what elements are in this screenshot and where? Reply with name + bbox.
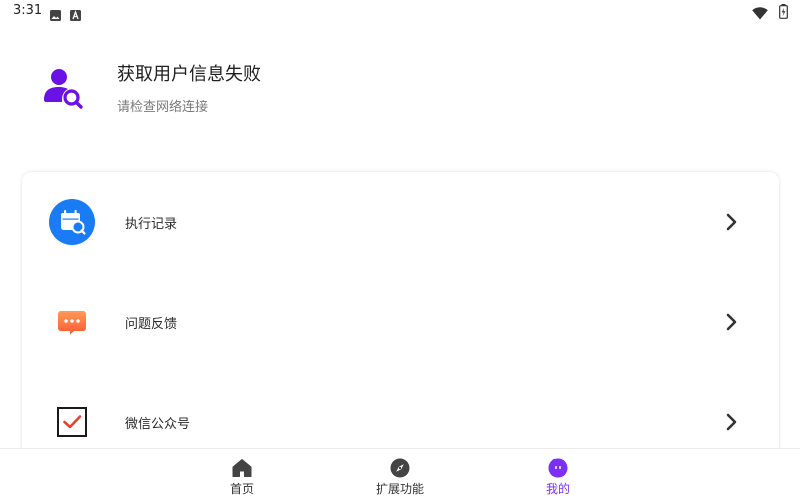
nav-label: 首页 (229, 482, 254, 496)
compass-icon (390, 458, 410, 478)
chevron-right-icon (724, 412, 740, 432)
status-time: 3:31 (13, 3, 43, 18)
chat-bubble-icon (49, 299, 95, 345)
nav-item-mine[interactable]: 我的 (508, 449, 608, 500)
a-icon (70, 6, 81, 25)
calendar-search-icon (49, 199, 95, 245)
menu-card: 执行记录 问题反馈 微信公众号 (22, 172, 779, 472)
battery-icon (779, 4, 788, 23)
wifi-icon (752, 5, 768, 24)
home-icon (232, 458, 252, 478)
menu-item-execution-records[interactable]: 执行记录 (22, 172, 779, 272)
nav-item-home[interactable]: 首页 (192, 449, 292, 500)
profile-subtitle: 请检查网络连接 (117, 100, 209, 115)
chevron-right-icon (724, 312, 740, 332)
image-icon (50, 6, 61, 25)
menu-item-feedback[interactable]: 问题反馈 (22, 272, 779, 372)
status-bar: 3:31 (0, 0, 800, 24)
nav-label: 我的 (545, 482, 570, 496)
menu-item-label: 执行记录 (125, 217, 178, 232)
bottom-nav: 首页 扩展功能 我的 (0, 448, 800, 500)
user-search-icon (42, 68, 84, 110)
nav-item-extensions[interactable]: 扩展功能 (350, 449, 450, 500)
menu-item-label: 问题反馈 (125, 317, 178, 332)
menu-item-label: 微信公众号 (125, 417, 191, 432)
profile-title[interactable]: 获取用户信息失败 (117, 60, 261, 86)
profile-face-icon (548, 458, 568, 478)
wechat-official-icon (49, 399, 95, 445)
chevron-right-icon (724, 212, 740, 232)
nav-label: 扩展功能 (375, 482, 424, 496)
